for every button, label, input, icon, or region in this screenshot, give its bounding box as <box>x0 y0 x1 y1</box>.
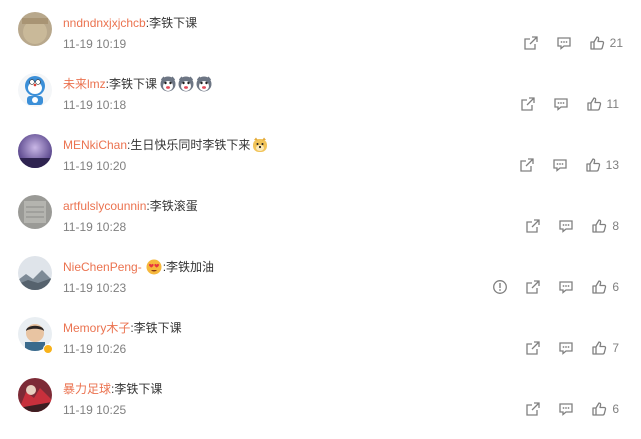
comment-item: NieChenPeng- :李铁加油 11-19 10:23 6 <box>0 256 641 317</box>
doge-emoji-icon <box>252 137 268 153</box>
share-icon[interactable] <box>519 157 535 173</box>
comment-time: 11-19 10:19 <box>63 37 127 51</box>
share-icon[interactable] <box>523 35 539 51</box>
like-count: 6 <box>612 280 619 294</box>
comment-time: 11-19 10:23 <box>63 281 127 295</box>
like-count: 8 <box>612 219 619 233</box>
share-icon[interactable] <box>525 340 541 356</box>
comment-username[interactable]: Memory木子 <box>63 320 130 336</box>
comment-text: :李铁下课 <box>145 16 198 30</box>
comment-text: :李铁下课 <box>105 77 158 91</box>
comment-icon[interactable] <box>556 35 572 51</box>
comment-icon[interactable] <box>558 401 574 417</box>
comment-time: 11-19 10:28 <box>63 220 127 234</box>
heart-eyes-emoji-icon <box>146 259 162 275</box>
share-icon[interactable] <box>525 279 541 295</box>
like-button[interactable]: 21 <box>589 35 623 51</box>
avatar[interactable] <box>18 12 52 46</box>
comment-text: :李铁滚蛋 <box>146 199 198 213</box>
comment-icon[interactable] <box>558 340 574 356</box>
comment-username[interactable]: NieChenPeng- <box>63 259 142 275</box>
avatar[interactable] <box>18 378 52 412</box>
comment-username[interactable]: artfulslycounnin <box>63 198 146 214</box>
like-button[interactable]: 7 <box>591 340 619 356</box>
share-icon[interactable] <box>525 218 541 234</box>
thumbs-up-icon <box>586 96 602 112</box>
comment-icon[interactable] <box>558 218 574 234</box>
like-count: 13 <box>605 158 619 172</box>
comment-item: artfulslycounnin:李铁滚蛋 11-19 10:28 8 <box>0 195 641 256</box>
like-button[interactable]: 6 <box>591 279 619 295</box>
comment-text: :李铁加油 <box>162 260 215 274</box>
like-count: 6 <box>612 402 619 416</box>
like-count: 21 <box>609 36 623 50</box>
comment-username[interactable]: MENkiChan <box>63 137 127 153</box>
husky-emoji-icon <box>160 76 176 92</box>
thumbs-up-icon <box>589 35 605 51</box>
like-button[interactable]: 8 <box>591 218 619 234</box>
comment-text: :李铁下课 <box>111 382 163 396</box>
share-icon[interactable] <box>520 96 536 112</box>
comment-item: 未来lmz:李铁下课 11-19 10:18 11 <box>0 73 641 134</box>
husky-emoji-icon <box>196 76 212 92</box>
thumbs-up-icon <box>591 340 607 356</box>
like-button[interactable]: 13 <box>585 157 619 173</box>
husky-emoji-icon <box>178 76 194 92</box>
verified-badge-icon <box>43 344 53 354</box>
comment-text: :生日快乐同时李铁下来 <box>127 138 251 152</box>
avatar[interactable] <box>18 256 52 290</box>
avatar[interactable] <box>18 73 52 107</box>
like-button[interactable]: 6 <box>591 401 619 417</box>
comment-item: 暴力足球:李铁下课 11-19 10:25 6 <box>0 378 641 439</box>
comment-text: :李铁下课 <box>130 321 182 335</box>
thumbs-up-icon <box>591 279 607 295</box>
thumbs-up-icon <box>591 218 607 234</box>
avatar[interactable] <box>18 134 52 168</box>
thumbs-up-icon <box>591 401 607 417</box>
like-button[interactable]: 11 <box>586 96 619 112</box>
comment-icon[interactable] <box>553 96 569 112</box>
like-count: 11 <box>606 97 619 111</box>
like-count: 7 <box>612 341 619 355</box>
avatar[interactable] <box>18 195 52 229</box>
comment-item: Memory木子:李铁下课 11-19 10:26 7 <box>0 317 641 378</box>
comment-time: 11-19 10:25 <box>63 403 127 417</box>
comment-username[interactable]: nndndnxjxjchcb <box>63 15 146 31</box>
comment-item: nndndnxjxjchcb:李铁下课 11-19 10:19 21 <box>0 12 641 73</box>
comment-username[interactable]: 暴力足球 <box>63 381 111 397</box>
comment-username[interactable]: 未来lmz <box>63 76 106 92</box>
comment-time: 11-19 10:26 <box>63 342 127 356</box>
thumbs-up-icon <box>585 157 601 173</box>
comment-item: MENkiChan:生日快乐同时李铁下来 11-19 10:20 13 <box>0 134 641 195</box>
report-icon[interactable] <box>492 279 508 295</box>
comment-icon[interactable] <box>558 279 574 295</box>
share-icon[interactable] <box>525 401 541 417</box>
comment-icon[interactable] <box>552 157 568 173</box>
comment-time: 11-19 10:20 <box>63 159 127 173</box>
comment-time: 11-19 10:18 <box>63 98 127 112</box>
